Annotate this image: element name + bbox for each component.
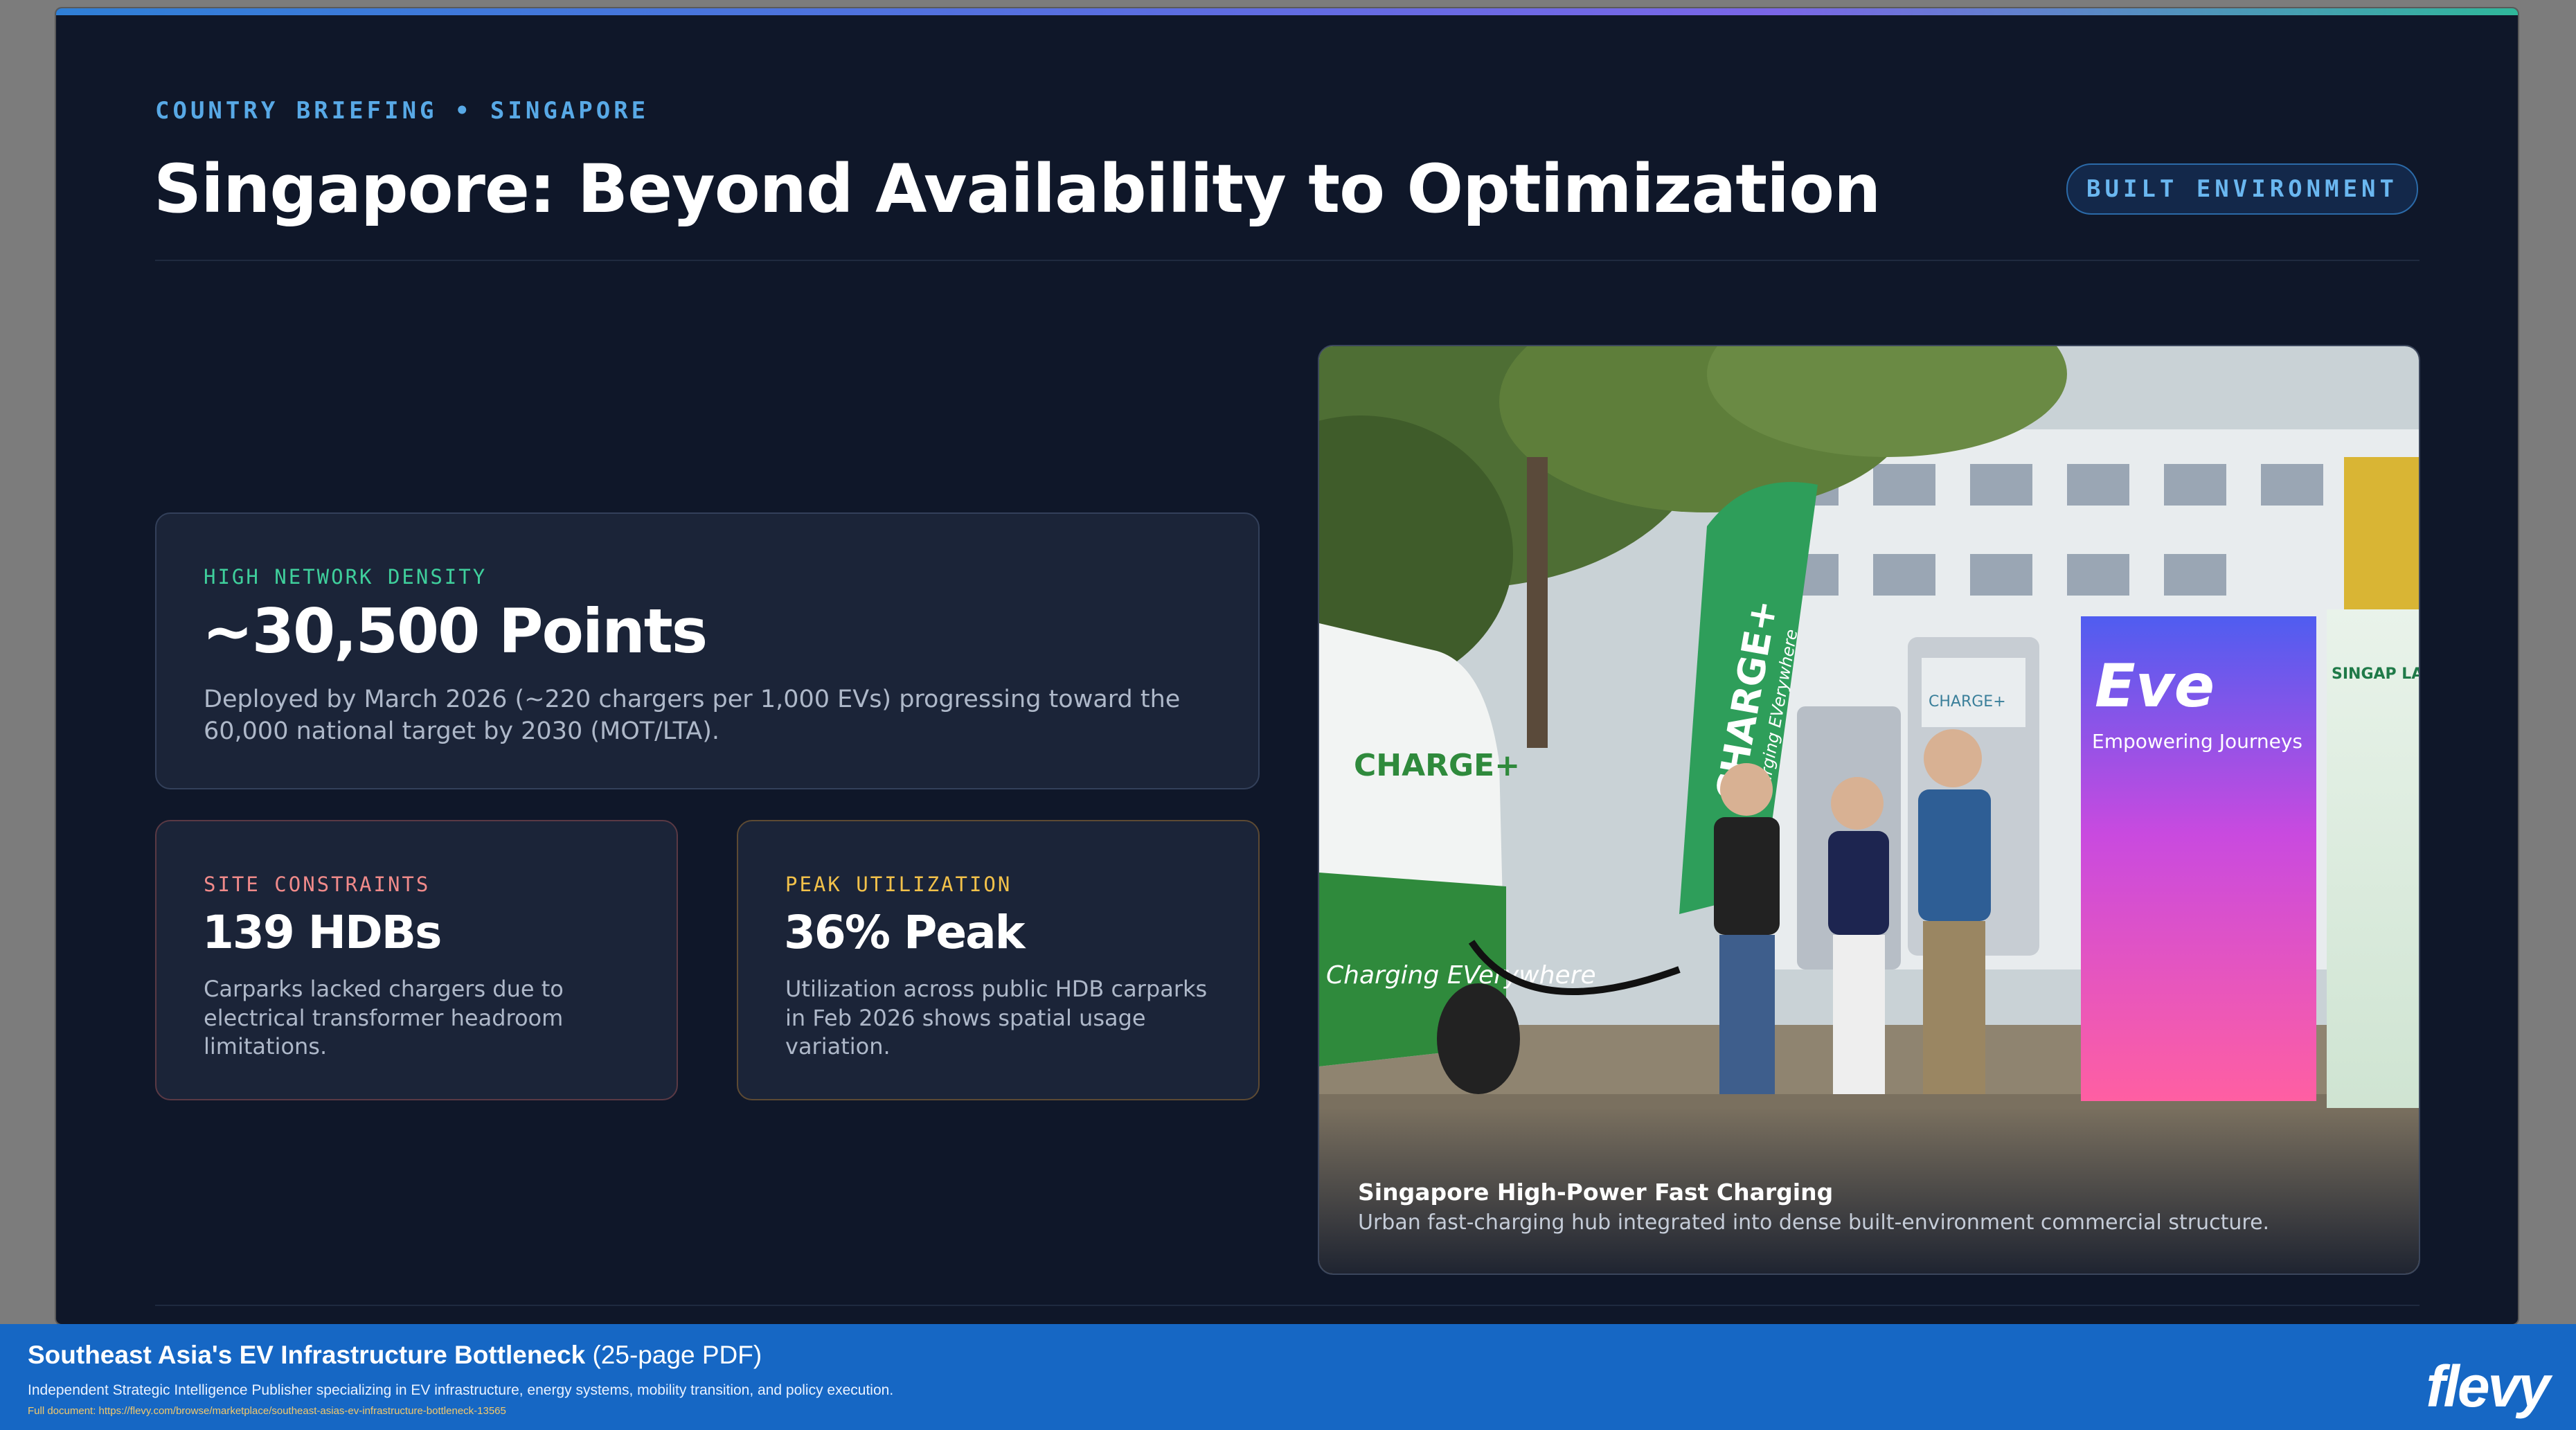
slide: COUNTRY BRIEFING • SINGAPORE Singapore: … [56, 8, 2518, 1324]
stat-value: 36% Peak [784, 906, 1026, 959]
stat-label: HIGH NETWORK DENSITY [204, 565, 488, 589]
stat-description: Carparks lacked chargers due to electric… [204, 976, 564, 1060]
stat-description: Utilization across public HDB carparks i… [785, 976, 1208, 1060]
publisher-description: Independent Strategic Intelligence Publi… [28, 1382, 894, 1398]
document-length: (25-page PDF) [592, 1341, 762, 1369]
stat-label: SITE CONSTRAINTS [204, 873, 431, 896]
footer-title[interactable]: Southeast Asia's EV Infrastructure Bottl… [28, 1341, 762, 1370]
stat-description: Deployed by March 2026 (~220 chargers pe… [204, 686, 1181, 745]
van-sub: Charging EVerywhere [1326, 961, 1596, 990]
category-badge: BUILT ENVIRONMENT [2066, 163, 2418, 215]
accent-bar [56, 8, 2518, 15]
divider [155, 260, 2420, 261]
stat-card-network-density: HIGH NETWORK DENSITY ~30,500 Points Depl… [155, 512, 1260, 789]
document-link[interactable]: Full document: https://flevy.com/browse/… [28, 1405, 506, 1417]
stat-label: PEAK UTILIZATION [785, 873, 1012, 896]
charging-hub-photo: CHARGE+ Charging EVerywhere CHARGE+ CHAR… [1318, 345, 2420, 1275]
banner-tagline: Empowering Journeys [2092, 730, 2302, 753]
section-kicker: COUNTRY BRIEFING • SINGAPORE [155, 97, 650, 125]
svg-text:CHARGE+: CHARGE+ [1929, 693, 2006, 710]
flevy-logo[interactable]: flevy [2426, 1353, 2550, 1420]
side-banner-text: SINGAP LARGE EV CHA OPERAT [2332, 665, 2420, 683]
photo-caption-subtitle: Urban fast-charging hub integrated into … [1358, 1210, 2270, 1235]
banner-brand: Eve [2095, 652, 2215, 721]
van-text: CHARGE+ [1354, 748, 1520, 783]
stat-value: ~30,500 Points [202, 596, 708, 667]
document-title[interactable]: Southeast Asia's EV Infrastructure Bottl… [28, 1341, 585, 1369]
divider [155, 1305, 2420, 1306]
photo-caption-title: Singapore High-Power Fast Charging [1358, 1179, 1834, 1206]
stat-card-peak-utilization: PEAK UTILIZATION 36% Peak Utilization ac… [737, 820, 1260, 1100]
page-title: Singapore: Beyond Availability to Optimi… [154, 150, 1881, 228]
footer-banner: Southeast Asia's EV Infrastructure Bottl… [0, 1324, 2576, 1430]
stat-value: 139 HDBs [202, 906, 442, 959]
stat-card-site-constraints: SITE CONSTRAINTS 139 HDBs Carparks lacke… [155, 820, 678, 1100]
